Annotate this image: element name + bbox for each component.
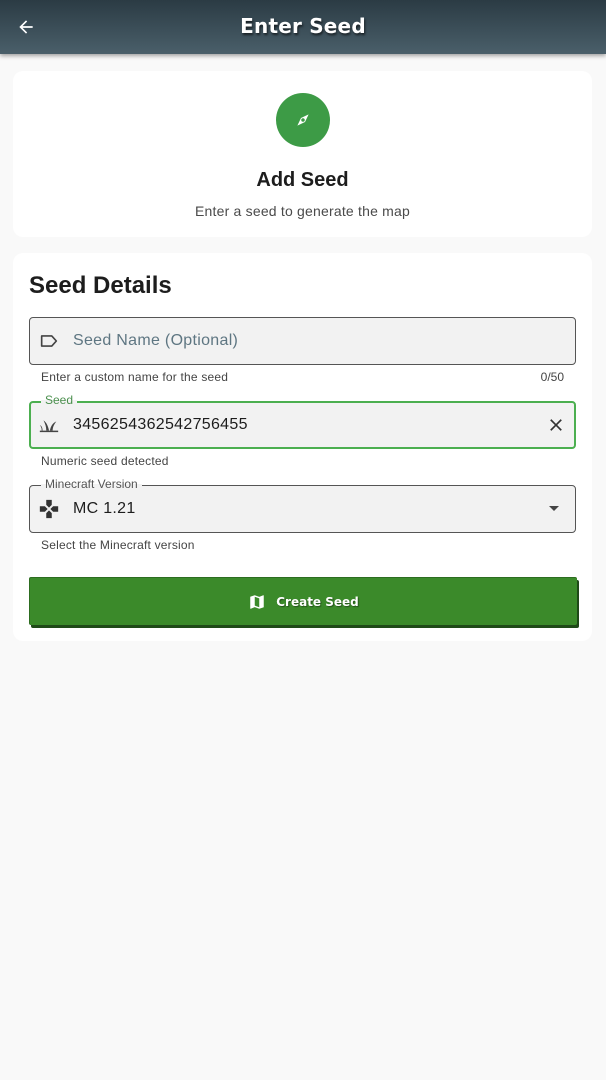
create-seed-button[interactable]: Create Seed <box>29 577 577 625</box>
close-icon <box>550 419 562 431</box>
version-helper: Select the Minecraft version <box>41 538 195 552</box>
version-label: Minecraft Version <box>41 477 142 491</box>
clear-seed-button[interactable] <box>545 414 567 436</box>
app-bar: Enter Seed <box>0 0 606 54</box>
gamepad-icon <box>38 498 60 520</box>
seed-name-counter: 0/50 <box>540 370 564 384</box>
seed-name-input[interactable]: Seed Name (Optional) <box>29 317 576 365</box>
seed-label: Seed <box>41 393 78 407</box>
map-icon <box>250 594 264 609</box>
page-title: Enter Seed <box>240 14 366 38</box>
compass-icon <box>276 93 330 147</box>
seed-input[interactable]: Seed 3456254362542756455 <box>29 393 576 449</box>
seed-value: 3456254362542756455 <box>73 416 248 433</box>
seed-name-placeholder: Seed Name (Optional) <box>73 332 239 349</box>
label-icon <box>38 330 60 352</box>
create-seed-label: Create Seed <box>276 594 359 609</box>
seed-name-helper: Enter a custom name for the seed <box>41 370 229 384</box>
add-seed-card: Add Seed Enter a seed to generate the ma… <box>13 71 592 237</box>
grass-icon <box>38 414 60 436</box>
section-title: Seed Details <box>29 272 172 299</box>
header-title: Add Seed <box>256 169 349 191</box>
seed-helper: Numeric seed detected <box>41 454 169 468</box>
header-subtitle: Enter a seed to generate the map <box>195 203 410 219</box>
version-select[interactable]: Minecraft Version MC 1.21 <box>29 477 576 533</box>
seed-details-card: Seed Details Seed Name (Optional) Enter … <box>13 253 592 641</box>
version-value: MC 1.21 <box>73 500 136 517</box>
chevron-down-icon <box>549 506 559 511</box>
